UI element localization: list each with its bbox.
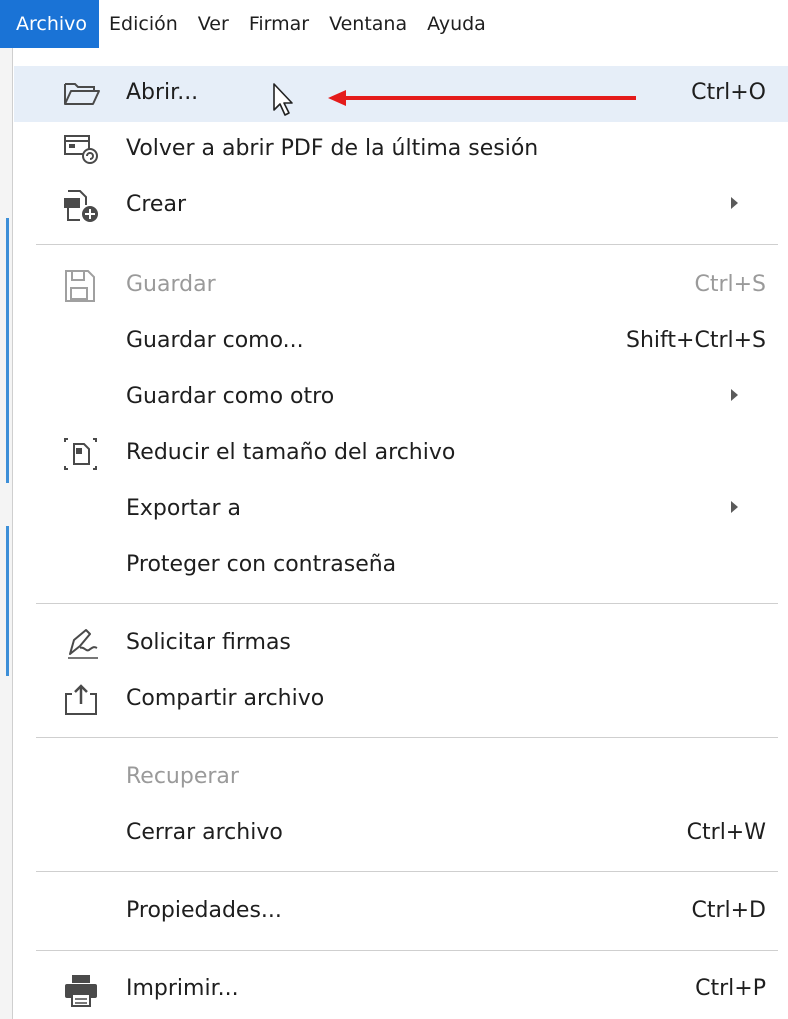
menu-item-shortcut: Ctrl+D bbox=[691, 898, 766, 923]
menu-item-label: Volver a abrir PDF de la última sesión bbox=[126, 136, 539, 161]
create-pdf-icon bbox=[62, 188, 102, 224]
submenu-arrow-icon bbox=[731, 501, 738, 513]
menu-item-reducir-tamano[interactable]: Reducir el tamaño del archivo bbox=[14, 426, 788, 482]
menu-item-volver-a-abrir[interactable]: Volver a abrir PDF de la última sesión bbox=[14, 122, 788, 178]
menu-item-label: Guardar como otro bbox=[126, 384, 335, 409]
menu-firmar[interactable]: Firmar bbox=[239, 0, 319, 48]
menu-ver[interactable]: Ver bbox=[188, 0, 239, 48]
menu-item-proteger[interactable]: Proteger con contraseña bbox=[14, 538, 788, 594]
menu-item-recuperar[interactable]: Recuperar bbox=[14, 750, 788, 806]
menu-item-compartir-archivo[interactable]: Compartir archivo bbox=[14, 672, 788, 728]
menu-item-label: Guardar como... bbox=[126, 328, 304, 353]
menu-bar: Archivo Edición Ver Firmar Ventana Ayuda bbox=[0, 0, 788, 48]
menu-item-crear[interactable]: Crear bbox=[14, 178, 788, 234]
archivo-dropdown-menu: Abrir... Ctrl+O Volver a abrir PDF de la… bbox=[14, 66, 788, 1019]
menu-item-shortcut: Ctrl+P bbox=[695, 976, 766, 1001]
menu-item-label: Recuperar bbox=[126, 764, 239, 789]
menu-ayuda[interactable]: Ayuda bbox=[417, 0, 496, 48]
menu-item-label: Guardar bbox=[126, 272, 216, 297]
folder-open-icon bbox=[62, 76, 102, 112]
menu-item-label: Compartir archivo bbox=[126, 686, 325, 711]
menu-item-exportar-a[interactable]: Exportar a bbox=[14, 482, 788, 538]
menu-item-label: Abrir... bbox=[126, 80, 199, 105]
menu-separator bbox=[36, 244, 778, 245]
background-accent bbox=[6, 218, 9, 483]
menu-item-cerrar-archivo[interactable]: Cerrar archivo Ctrl+W bbox=[14, 806, 788, 862]
menu-item-label: Reducir el tamaño del archivo bbox=[126, 440, 456, 465]
menu-separator bbox=[36, 871, 778, 872]
menu-item-label: Imprimir... bbox=[126, 976, 239, 1001]
compress-file-icon bbox=[62, 436, 102, 472]
printer-icon bbox=[62, 972, 102, 1008]
menu-separator bbox=[36, 737, 778, 738]
save-icon bbox=[62, 268, 102, 304]
menu-item-label: Cerrar archivo bbox=[126, 820, 283, 845]
annotation-arrow-icon bbox=[328, 88, 638, 108]
menu-ventana[interactable]: Ventana bbox=[319, 0, 417, 48]
menu-item-imprimir[interactable]: Imprimir... Ctrl+P bbox=[14, 962, 788, 1018]
background-accent bbox=[6, 526, 9, 676]
menu-item-guardar-como[interactable]: Guardar como... Shift+Ctrl+S bbox=[14, 314, 788, 370]
menu-item-label: Crear bbox=[126, 192, 186, 217]
signature-icon bbox=[62, 626, 102, 662]
menu-item-guardar[interactable]: Guardar Ctrl+S bbox=[14, 258, 788, 314]
menu-item-guardar-como-otro[interactable]: Guardar como otro bbox=[14, 370, 788, 426]
menu-separator bbox=[36, 950, 778, 951]
menu-edicion[interactable]: Edición bbox=[99, 0, 188, 48]
menu-item-label: Solicitar firmas bbox=[126, 630, 291, 655]
mouse-cursor-icon bbox=[272, 82, 298, 118]
menu-item-label: Proteger con contraseña bbox=[126, 552, 397, 577]
share-icon bbox=[62, 682, 102, 718]
menu-item-propiedades[interactable]: Propiedades... Ctrl+D bbox=[14, 884, 788, 940]
submenu-arrow-icon bbox=[731, 197, 738, 209]
menu-item-shortcut: Ctrl+S bbox=[694, 272, 766, 297]
menu-item-solicitar-firmas[interactable]: Solicitar firmas bbox=[14, 616, 788, 672]
menu-separator bbox=[36, 603, 778, 604]
reopen-pdf-icon bbox=[62, 132, 102, 168]
menu-item-shortcut: Shift+Ctrl+S bbox=[626, 328, 766, 353]
background-window-edge bbox=[0, 48, 13, 1019]
menu-item-shortcut: Ctrl+W bbox=[686, 820, 766, 845]
submenu-arrow-icon bbox=[731, 389, 738, 401]
menu-item-label: Exportar a bbox=[126, 496, 242, 521]
menu-item-shortcut: Ctrl+O bbox=[691, 80, 766, 105]
menu-item-label: Propiedades... bbox=[126, 898, 282, 923]
menu-archivo[interactable]: Archivo bbox=[0, 0, 100, 48]
